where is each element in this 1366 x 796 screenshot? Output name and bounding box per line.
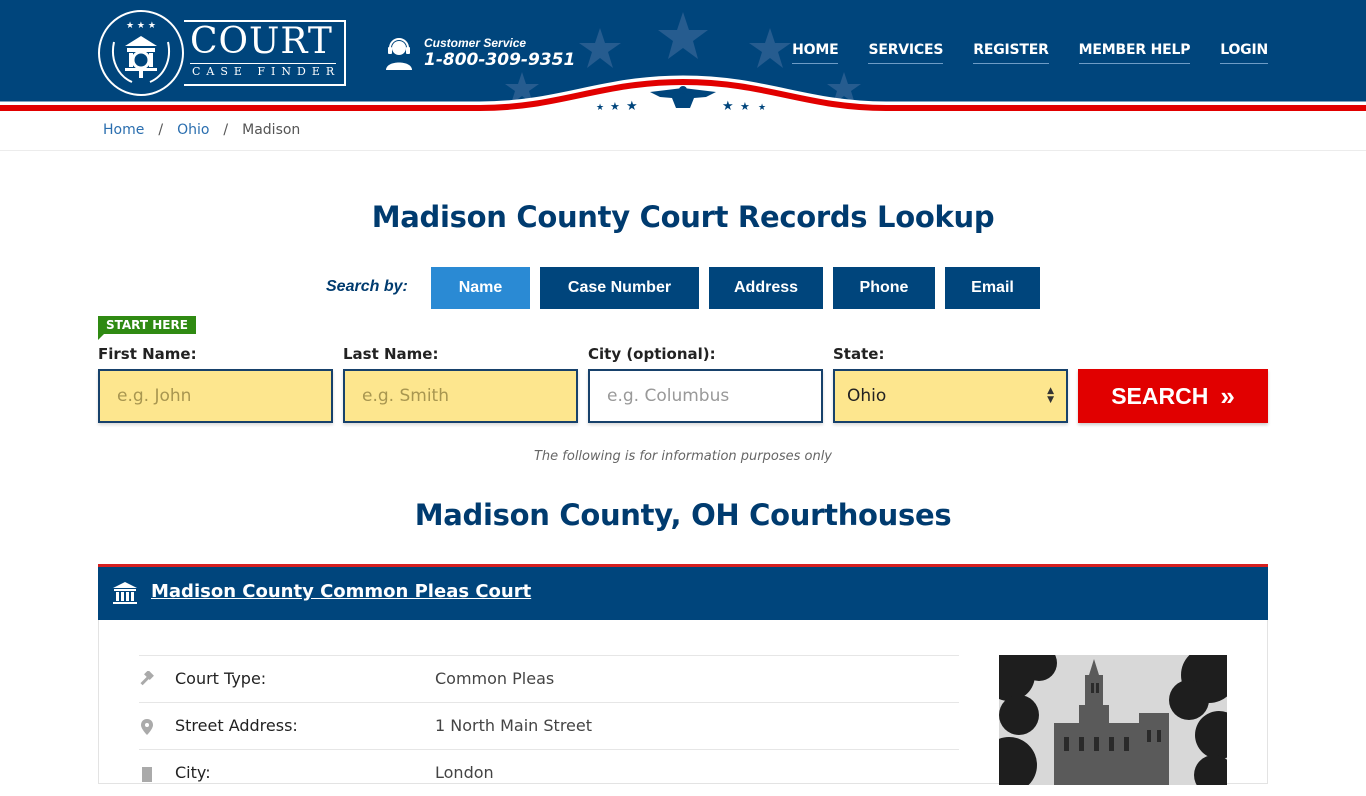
courthouse-icon: [113, 582, 137, 604]
detail-value: Common Pleas: [435, 669, 555, 688]
customer-service-phone[interactable]: 1-800-309-9351: [424, 50, 575, 70]
disclaimer: The following is for information purpose…: [533, 449, 833, 464]
nav-member-help[interactable]: MEMBER HELP: [1078, 42, 1190, 64]
svg-text:★: ★: [758, 103, 766, 112]
gavel-icon: [140, 671, 154, 686]
star-decoration: [579, 28, 621, 68]
page-title: Madison County Court Records Lookup: [371, 200, 995, 234]
tab-case-number[interactable]: Case Number: [540, 267, 699, 309]
tab-phone[interactable]: Phone: [833, 267, 935, 309]
courthouse-details: Court Type: Common Pleas Street Address:…: [139, 655, 959, 796]
detail-label: Street Address:: [175, 716, 298, 735]
courthouse-photo: [999, 655, 1227, 785]
nav-login[interactable]: LOGIN: [1220, 42, 1268, 64]
logo-title: COURT: [190, 21, 333, 62]
courthouse-photo-image: [999, 655, 1227, 785]
nav-home[interactable]: HOME: [792, 42, 839, 64]
divider: [0, 150, 1366, 151]
city-label: City (optional):: [588, 345, 716, 363]
detail-row: Street Address: 1 North Main Street: [139, 702, 959, 749]
svg-text:★ ★ ★: ★ ★ ★: [126, 21, 156, 31]
star-decoration: [749, 28, 791, 68]
svg-text:★: ★: [610, 100, 620, 112]
map-pin-icon: [141, 719, 153, 735]
search-button-label: SEARCH: [1111, 382, 1209, 409]
breadcrumb: Home / Ohio / Madison: [103, 122, 301, 138]
nav-services[interactable]: SERVICES: [868, 42, 943, 64]
svg-text:★: ★: [740, 100, 750, 112]
detail-label: City:: [175, 763, 211, 782]
courthouses-title: Madison County, OH Courthouses: [414, 498, 952, 532]
state-select[interactable]: Ohio ▲ ▼: [833, 369, 1068, 423]
breadcrumb-current: Madison: [242, 122, 301, 138]
logo[interactable]: ★ ★ ★ COURT CASE FINDER: [98, 10, 348, 96]
detail-value: 1 North Main Street: [435, 716, 592, 735]
courthouse-magnifier-icon: ★ ★ ★: [112, 21, 170, 83]
courthouse-card-header: Madison County Common Pleas Court: [98, 564, 1268, 620]
double-chevron-right-icon: »: [1220, 380, 1235, 411]
search-by-label: Search by:: [326, 278, 408, 295]
detail-label: Court Type:: [175, 669, 267, 688]
tab-address[interactable]: Address: [709, 267, 823, 309]
customer-service-label: Customer Service: [424, 36, 527, 50]
svg-text:★: ★: [596, 103, 604, 112]
first-name-label: First Name:: [98, 345, 197, 363]
state-label: State:: [833, 345, 885, 363]
logo-subtitle: CASE FINDER: [192, 65, 341, 78]
state-select-value: Ohio: [847, 386, 887, 406]
svg-text:★: ★: [626, 99, 638, 112]
search-button[interactable]: SEARCH »: [1078, 369, 1268, 423]
detail-row: City: London: [139, 749, 959, 796]
select-arrows-icon: ▲ ▼: [1047, 386, 1054, 405]
first-name-input[interactable]: e.g. John: [98, 369, 333, 423]
last-name-label: Last Name:: [343, 345, 439, 363]
breadcrumb-ohio[interactable]: Ohio: [177, 122, 209, 138]
start-here-badge: START HERE: [98, 316, 196, 340]
nav-register[interactable]: REGISTER: [973, 42, 1049, 64]
star-decoration: [658, 12, 708, 59]
tab-name[interactable]: Name: [431, 267, 530, 309]
tab-email[interactable]: Email: [945, 267, 1040, 309]
breadcrumb-home[interactable]: Home: [103, 122, 144, 138]
last-name-input[interactable]: e.g. Smith: [343, 369, 578, 423]
logo-emblem: ★ ★ ★: [98, 10, 184, 96]
detail-value: London: [435, 763, 494, 782]
city-input[interactable]: e.g. Columbus: [588, 369, 823, 423]
main-nav: HOME SERVICES REGISTER MEMBER HELP LOGIN: [792, 42, 1268, 64]
headset-agent-icon: [386, 38, 412, 70]
detail-row: Court Type: Common Pleas: [139, 655, 959, 702]
courthouse-card: Madison County Common Pleas Court Court …: [98, 564, 1268, 785]
courthouse-link[interactable]: Madison County Common Pleas Court: [151, 581, 531, 602]
search-tabs: Name Case Number Address Phone Email: [431, 267, 1040, 309]
site-header: ★ ★ ★ ★ ★ ★ ★ ★ ★ COURT CASE FINDER Cust…: [0, 0, 1366, 112]
svg-text:★: ★: [722, 99, 734, 112]
